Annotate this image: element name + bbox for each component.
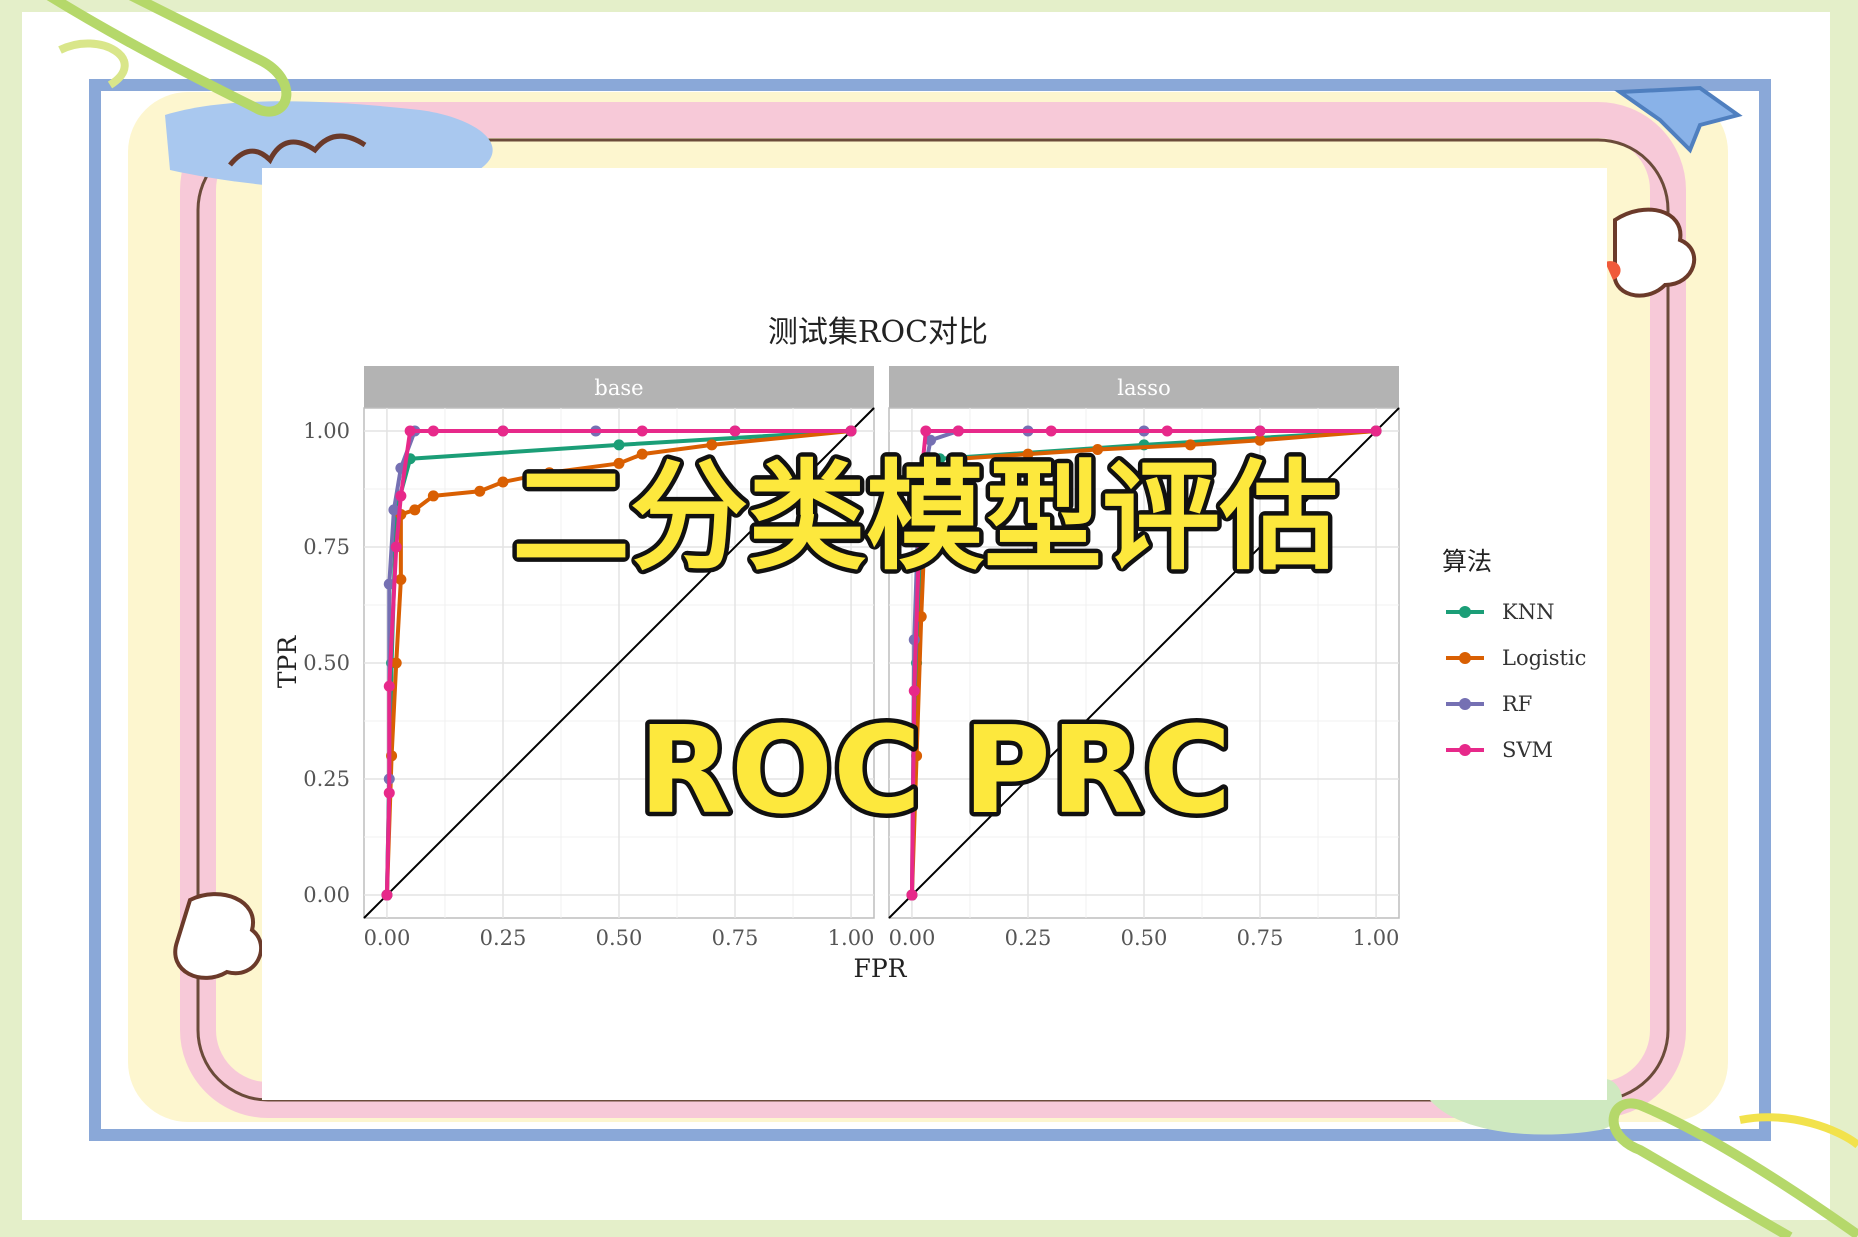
legend-label: RF bbox=[1502, 692, 1532, 716]
x-tick-label: 0.25 bbox=[480, 926, 527, 950]
data-point-svm bbox=[636, 425, 648, 437]
data-point-svm bbox=[390, 541, 402, 553]
cloud-face-decoration-left bbox=[173, 892, 264, 980]
data-point-svm bbox=[1161, 425, 1173, 437]
data-point-svm bbox=[383, 787, 395, 799]
data-point-svm bbox=[920, 425, 932, 437]
y-tick-label: 0.50 bbox=[303, 651, 350, 675]
data-point-logistic bbox=[497, 476, 509, 488]
data-point-svm bbox=[395, 490, 407, 502]
data-point-logistic bbox=[427, 490, 439, 502]
data-point-svm bbox=[427, 425, 439, 437]
data-point-svm bbox=[1254, 425, 1266, 437]
x-tick-label: 0.50 bbox=[1121, 926, 1168, 950]
facet-strip-label: lasso bbox=[1117, 376, 1170, 400]
roc-chart: 测试集ROC对比 base 0.00 0.25 0.50 0.75 1.00 0.00 0.2… bbox=[273, 315, 1586, 983]
legend-label: KNN bbox=[1502, 600, 1554, 624]
data-point-logistic bbox=[474, 485, 486, 497]
data-point-svm bbox=[845, 425, 857, 437]
slide: 测试集ROC对比 base 0.00 0.25 0.50 0.75 1.00 0.00 0.2… bbox=[22, 0, 1858, 1237]
data-point-svm bbox=[383, 680, 395, 692]
x-tick-label: 0.00 bbox=[364, 926, 411, 950]
x-tick-label: 1.00 bbox=[1353, 926, 1400, 950]
legend-key-point bbox=[1459, 606, 1471, 618]
legend-key-point bbox=[1459, 698, 1471, 710]
overlay-headline: 二分类模型评估 bbox=[512, 448, 1338, 586]
data-point-logistic bbox=[409, 504, 421, 516]
y-tick-label: 1.00 bbox=[303, 419, 350, 443]
data-point-svm bbox=[497, 425, 509, 437]
facet-strip-label: base bbox=[594, 376, 643, 400]
data-point-svm bbox=[381, 889, 393, 901]
legend-key-point bbox=[1459, 744, 1471, 756]
y-tick-label: 0.00 bbox=[303, 883, 350, 907]
legend-key-point bbox=[1459, 652, 1471, 664]
legend-label: Logistic bbox=[1502, 646, 1586, 670]
data-point-svm bbox=[729, 425, 741, 437]
data-point-svm bbox=[1045, 425, 1057, 437]
y-axis-label: TPR bbox=[273, 635, 302, 688]
legend-label: SVM bbox=[1502, 738, 1553, 762]
data-point-svm bbox=[404, 425, 416, 437]
x-tick-label: 0.25 bbox=[1005, 926, 1052, 950]
x-tick-label: 0.75 bbox=[712, 926, 759, 950]
x-tick-label: 0.00 bbox=[889, 926, 936, 950]
chart-title: 测试集ROC对比 bbox=[768, 315, 988, 350]
data-point-svm bbox=[908, 685, 920, 697]
y-tick-label: 0.25 bbox=[303, 767, 350, 791]
legend-title: 算法 bbox=[1442, 547, 1492, 576]
data-point-svm bbox=[952, 425, 964, 437]
y-tick-label: 0.75 bbox=[303, 535, 350, 559]
overlay-subtitle: ROC PRC bbox=[639, 702, 1232, 841]
x-tick-label: 0.75 bbox=[1237, 926, 1284, 950]
x-axis-label: FPR bbox=[854, 954, 908, 983]
data-point-svm bbox=[906, 889, 918, 901]
x-tick-label: 1.00 bbox=[828, 926, 875, 950]
x-tick-label: 0.50 bbox=[596, 926, 643, 950]
data-point-logistic bbox=[395, 573, 407, 585]
data-point-svm bbox=[1370, 425, 1382, 437]
